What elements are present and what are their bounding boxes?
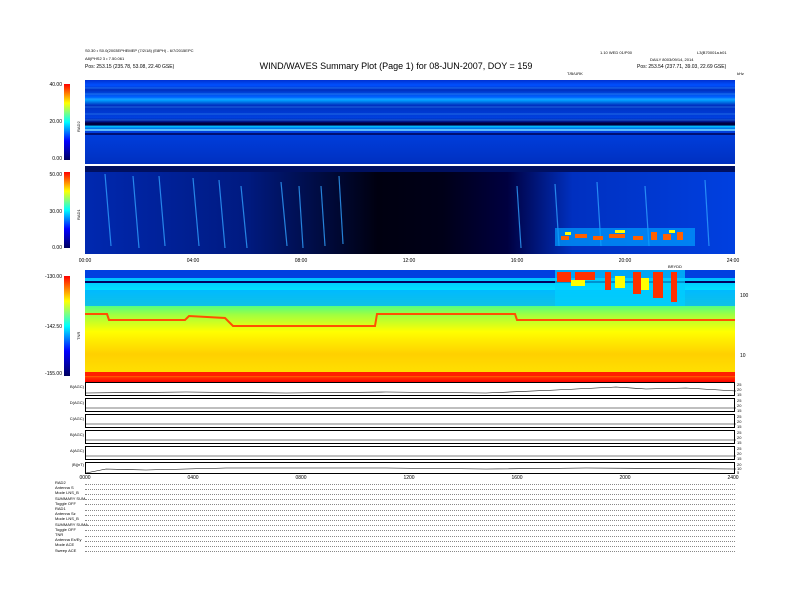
mode-table: RAD2 Antenna S Mode LNS_B SUMMARY SUM To… xyxy=(55,480,88,553)
rad2-tick-bottom: 0.00 xyxy=(52,156,62,162)
mode-dots xyxy=(85,520,735,521)
rad2-tick-top: 40.00 xyxy=(49,82,62,88)
xtick-bottom-4: 1600 xyxy=(511,475,523,481)
timeline-label-4: B(AGC) xyxy=(70,432,84,437)
mode-dots xyxy=(85,536,735,537)
xtick-top-4: 16:00 xyxy=(510,258,524,264)
tnr-tick-mid: -142.50 xyxy=(45,324,62,330)
xtick-bottom-1: 0400 xyxy=(187,475,199,481)
rad2-tick-mid: 20.00 xyxy=(49,119,62,125)
timeline-right-3c: 15 xyxy=(737,424,742,429)
xtick-top-6: 24:00 xyxy=(726,258,740,264)
rad2-axis-label: RAD2 xyxy=(76,121,81,132)
xtick-top-3: 12:00 xyxy=(402,258,416,264)
tnr-colorbar xyxy=(64,276,70,376)
mode-dots xyxy=(85,484,735,485)
xtick-bottom-5: 2000 xyxy=(619,475,631,481)
xtick-top-2: 08:00 xyxy=(294,258,308,264)
tnr-spectrogram xyxy=(85,270,735,382)
rad1-tick-bottom: 0.00 xyxy=(52,245,62,251)
timeline-label-3: C(AGC) xyxy=(69,416,84,421)
mode-dots xyxy=(85,504,735,505)
timeline-right-1c: 15 xyxy=(737,392,742,397)
xtick-top-5: 20:00 xyxy=(618,258,632,264)
mode-dots xyxy=(85,546,735,547)
page-title: WIND/WAVES Summary Plot (Page 1) for 08-… xyxy=(259,61,533,71)
rad1-colorbar xyxy=(64,172,70,248)
timeline-label-2: D(AGC) xyxy=(69,400,84,405)
xtick-top-1: 04:00 xyxy=(186,258,200,264)
timeline-row-1 xyxy=(85,382,736,396)
rad1-axis-label: RAD1 xyxy=(76,209,81,220)
timeline-row-5 xyxy=(85,446,736,460)
tnr-tiny-label: BRYDD xyxy=(668,264,682,269)
xtick-bottom-2: 0800 xyxy=(295,475,307,481)
rad1-spectrogram xyxy=(85,166,735,254)
rad1-tick-mid: 30.00 xyxy=(49,209,62,215)
timeline-right-2c: 15 xyxy=(737,408,742,413)
tnr-tick-top: -130.00 xyxy=(45,274,62,280)
xtick-bottom-6: 2400 xyxy=(727,475,739,481)
mode-dots xyxy=(85,515,735,516)
timeline-label-1: B(AGC) xyxy=(70,384,84,389)
header-right-line2: L3(B70001a.b01 xyxy=(697,50,727,55)
timeline-row-2 xyxy=(85,398,736,412)
timeline-row-4 xyxy=(85,430,736,444)
mode-dots xyxy=(85,530,735,531)
mode-dots xyxy=(85,525,735,526)
timeline-label-6: |B|(nT) xyxy=(71,462,84,467)
header-tiny-center: T/B/URK xyxy=(567,71,583,76)
mode-dots xyxy=(85,489,735,490)
mode-dots xyxy=(85,510,735,511)
timeline-label-5: A(AGC) xyxy=(70,448,84,453)
rad2-colorbar xyxy=(64,84,70,160)
tnr-right-tick-10: 10 xyxy=(740,353,746,359)
mode-dots xyxy=(85,494,735,495)
timeline-row-6 xyxy=(85,462,736,474)
tnr-axis-label: TNR xyxy=(76,331,81,340)
mode-row: Sweep ACE xyxy=(55,547,77,553)
mode-dots xyxy=(85,541,735,542)
xtick-bottom-3: 1200 xyxy=(403,475,415,481)
mode-dots xyxy=(85,551,735,552)
timeline-right-4c: 15 xyxy=(737,440,742,445)
header-left-line1: S0.30 • S0.0(2003EPHEMEP (7/2/18) (E8PH)… xyxy=(85,48,194,53)
timeline-row-3 xyxy=(85,414,736,428)
timeline-right-5c: 15 xyxy=(737,456,742,461)
mode-dots xyxy=(85,499,735,500)
tnr-tick-bottom: -155.00 xyxy=(45,371,62,377)
rad2-spectrogram xyxy=(85,80,735,164)
tnr-right-tick-100: 100 xyxy=(740,293,749,299)
rad1-tick-top: 50.00 xyxy=(49,172,62,178)
header-right-line1: 1.10 WED 01/P00 xyxy=(600,50,633,55)
header-tiny-right: kHz xyxy=(737,71,744,76)
xtick-top-0: 00:00 xyxy=(78,258,92,264)
